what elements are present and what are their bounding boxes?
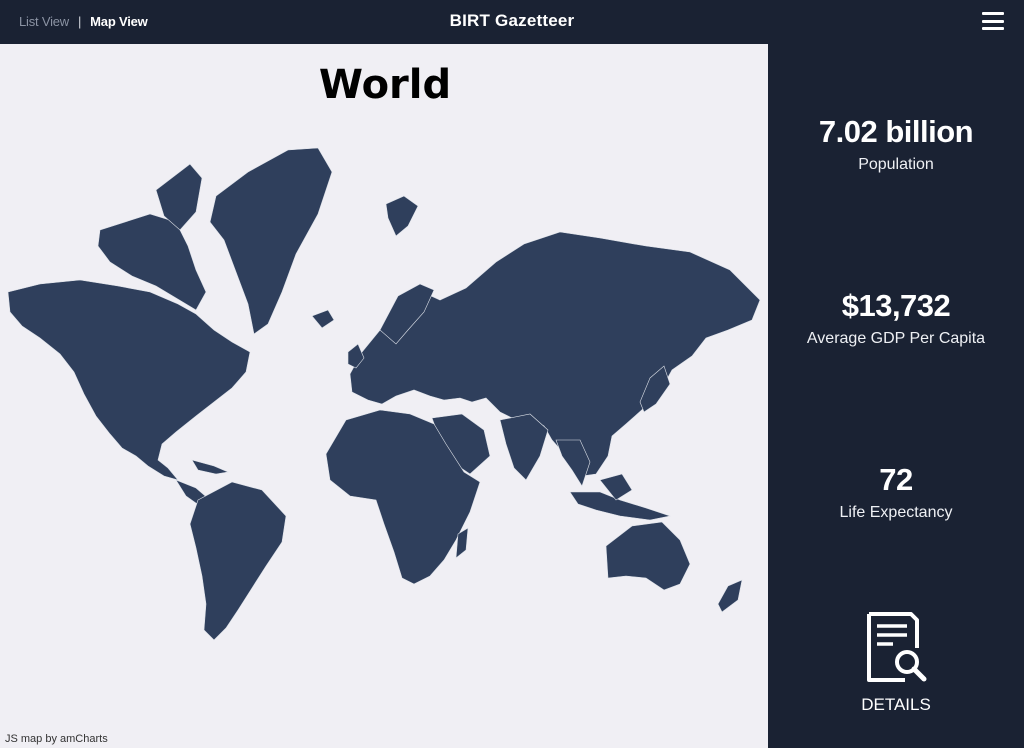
region-title: World (318, 62, 452, 108)
document-search-icon (867, 612, 927, 682)
iceland-shape (311, 309, 335, 329)
life-expectancy-stat: 72 Life Expectancy (768, 462, 1024, 522)
australia-shape (605, 521, 691, 591)
gdp-label: Average GDP Per Capita (806, 330, 986, 347)
map-area[interactable]: World JS map by amCharts (0, 44, 768, 748)
north-america-shape (7, 279, 251, 481)
details-label: DETAILS (861, 695, 931, 714)
world-map[interactable] (0, 44, 768, 748)
india-shape (499, 413, 549, 481)
map-credit-link[interactable]: JS map by amCharts (5, 733, 108, 745)
top-bar: List View | Map View BIRT Gazetteer (0, 0, 1024, 44)
south-america-shape (189, 481, 287, 641)
population-label: Population (858, 156, 934, 173)
new-zealand-shape (717, 579, 743, 613)
app-title: BIRT Gazetteer (449, 11, 575, 30)
hamburger-menu-icon[interactable] (982, 12, 1004, 30)
life-expectancy-value: 72 (879, 462, 913, 497)
population-value: 7.02 billion (818, 114, 974, 149)
details-button[interactable]: DETAILS (768, 610, 1024, 715)
gdp-value: $13,732 (841, 288, 951, 323)
stats-panel: 7.02 billion Population $13,732 Average … (768, 44, 1024, 748)
greenland-shape (209, 147, 333, 335)
population-stat: 7.02 billion Population (768, 114, 1024, 174)
gdp-stat: $13,732 Average GDP Per Capita (768, 288, 1024, 348)
caribbean-shape (191, 459, 230, 475)
life-expectancy-label: Life Expectancy (839, 504, 953, 521)
svalbard-shape (385, 195, 419, 237)
